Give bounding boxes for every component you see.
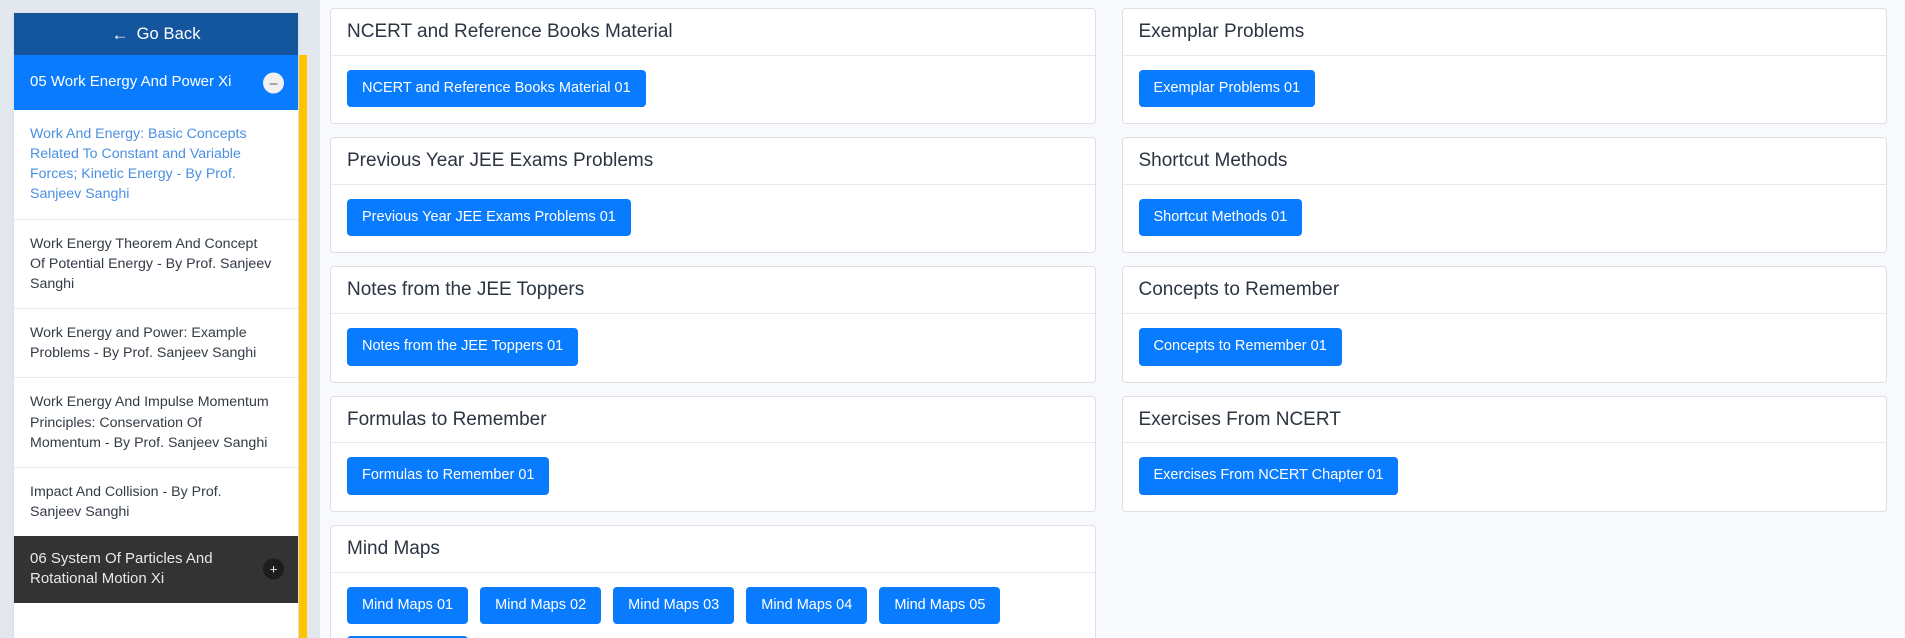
resource-button[interactable]: Exercises From NCERT Chapter 01 [1138, 457, 1399, 495]
sidebar: ← Go Back 05 Work Energy And Power Xi – … [0, 0, 320, 638]
card-title: Previous Year JEE Exams Problems [331, 138, 1095, 185]
sidebar-chapter-06[interactable]: 06 System Of Particles And Rotational Mo… [14, 536, 298, 603]
resource-button[interactable]: Notes from the JEE Toppers 01 [347, 328, 579, 366]
card-title: Formulas to Remember [331, 397, 1095, 444]
sidebar-panel: ← Go Back 05 Work Energy And Power Xi – … [14, 13, 298, 638]
card-formulas-to-remember: Formulas to Remember Formulas to Remembe… [330, 395, 1096, 512]
card-body: Formulas to Remember 01 [331, 443, 1095, 510]
card-body: NCERT and Reference Books Material 01 [331, 56, 1095, 123]
resource-button[interactable]: NCERT and Reference Books Material 01 [347, 69, 646, 108]
card-exercises-from-ncert: Exercises From NCERT Exercises From NCER… [1121, 395, 1887, 512]
right-column: Exemplar Problems Exemplar Problems 01 S… [1121, 8, 1887, 638]
card-shortcut-methods: Shortcut Methods Shortcut Methods 01 [1121, 137, 1887, 254]
card-title: NCERT and Reference Books Material [331, 9, 1095, 56]
sidebar-topic-list: Work And Energy: Basic Concepts Related … [14, 110, 298, 537]
resource-button[interactable]: Mind Maps 04 [746, 586, 868, 624]
left-column: NCERT and Reference Books Material NCERT… [330, 8, 1096, 638]
card-body: Exemplar Problems 01 [1123, 56, 1887, 123]
card-body: Exercises From NCERT Chapter 01 [1123, 443, 1887, 510]
card-title: Notes from the JEE Toppers [331, 267, 1095, 315]
plus-icon[interactable]: + [263, 558, 284, 580]
sidebar-chapter-06-label: 06 System Of Particles And Rotational Mo… [30, 550, 213, 588]
main-content: NCERT and Reference Books Material NCERT… [320, 0, 1905, 638]
go-back-button[interactable]: ← Go Back [14, 13, 298, 55]
resource-button[interactable]: Concepts to Remember 01 [1138, 328, 1342, 366]
card-notes-jee-toppers: Notes from the JEE Toppers Notes from th… [330, 266, 1096, 383]
minus-icon[interactable]: – [263, 72, 284, 93]
sidebar-chapter-05[interactable]: 05 Work Energy And Power Xi – [14, 55, 298, 110]
resource-button[interactable]: Formulas to Remember 01 [347, 457, 550, 495]
page-root: ← Go Back 05 Work Energy And Power Xi – … [0, 0, 1905, 638]
card-body: Concepts to Remember 01 [1123, 314, 1887, 381]
card-body: Previous Year JEE Exams Problems 01 [331, 185, 1095, 252]
card-title: Concepts to Remember [1122, 267, 1886, 315]
sidebar-topic-1[interactable]: Work And Energy: Basic Concepts Related … [14, 110, 298, 220]
resource-button[interactable]: Shortcut Methods 01 [1138, 198, 1303, 237]
card-mind-maps: Mind Maps Mind Maps 01 Mind Maps 02 Mind… [330, 524, 1096, 638]
sidebar-topic-3[interactable]: Work Energy and Power: Example Problems … [14, 309, 298, 379]
resource-button[interactable]: Exemplar Problems 01 [1138, 69, 1316, 108]
sidebar-scrollbar[interactable] [299, 55, 307, 638]
sidebar-topic-5[interactable]: Impact And Collision - By Prof. Sanjeev … [14, 468, 298, 536]
card-exemplar-problems: Exemplar Problems Exemplar Problems 01 [1121, 8, 1887, 125]
card-previous-year-jee: Previous Year JEE Exams Problems Previou… [330, 137, 1096, 254]
resource-button[interactable]: Previous Year JEE Exams Problems 01 [347, 198, 631, 237]
card-title: Mind Maps [331, 526, 1095, 573]
sidebar-chapter-05-label: 05 Work Energy And Power Xi [30, 73, 232, 91]
card-title: Exercises From NCERT [1122, 397, 1886, 444]
card-body: Shortcut Methods 01 [1123, 185, 1887, 252]
card-concepts-to-remember: Concepts to Remember Concepts to Remembe… [1121, 266, 1887, 383]
card-body: Mind Maps 01 Mind Maps 02 Mind Maps 03 M… [331, 573, 1095, 638]
sidebar-topic-4[interactable]: Work Energy And Impulse Momentum Princip… [14, 378, 298, 468]
resource-button[interactable]: Mind Maps 02 [480, 586, 602, 624]
go-back-label: Go Back [136, 24, 201, 43]
card-title: Exemplar Problems [1122, 9, 1886, 56]
card-ncert-material: NCERT and Reference Books Material NCERT… [330, 8, 1096, 125]
sidebar-topic-2[interactable]: Work Energy Theorem And Concept Of Poten… [14, 220, 298, 310]
card-body: Notes from the JEE Toppers 01 [331, 314, 1095, 381]
resource-button[interactable]: Mind Maps 01 [347, 586, 469, 624]
resource-button[interactable]: Mind Maps 03 [613, 586, 735, 624]
card-title: Shortcut Methods [1122, 138, 1886, 185]
resource-button[interactable]: Mind Maps 05 [879, 586, 1001, 624]
arrow-left-icon: ← [111, 24, 129, 44]
